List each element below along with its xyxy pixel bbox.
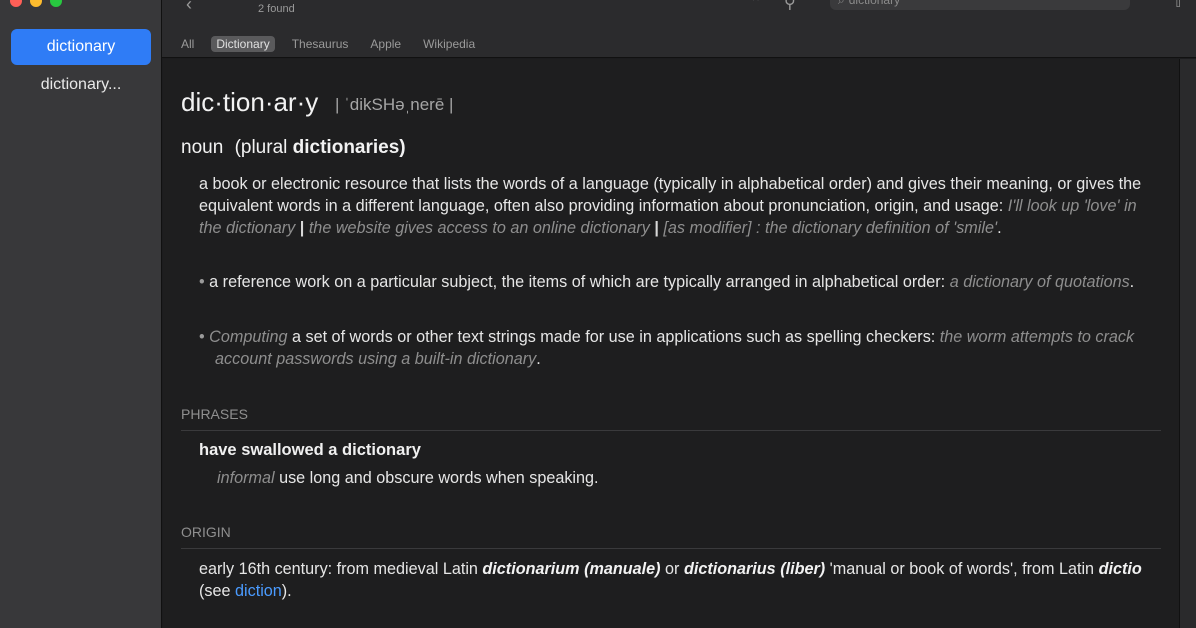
origin-heading: ORIGIN	[181, 524, 231, 540]
example-3: [as modifier] : the dictionary definitio…	[663, 219, 998, 237]
sidebar: dictionary dictionary...	[0, 0, 162, 628]
origin-text: early 16th century: from medieval Latin …	[199, 558, 1159, 602]
bookmark-icon[interactable]: ⚲	[784, 0, 796, 13]
example-separator: |	[299, 219, 305, 237]
source-tabs: All Dictionary Thesaurus Apple Wikipedia	[162, 30, 1196, 58]
phrase-definition-text: use long and obscure words when speaking…	[279, 469, 599, 487]
definition-1-text: a book or electronic resource that lists…	[199, 175, 1142, 215]
divider	[181, 548, 1161, 549]
definition-3: • Computing a set of words or other text…	[199, 326, 1159, 370]
definition-2: • a reference work on a particular subje…	[199, 271, 1159, 293]
window-controls	[10, 0, 62, 7]
tab-thesaurus[interactable]: Thesaurus	[287, 36, 354, 52]
sidebar-item-dictionary-2[interactable]: dictionary...	[11, 67, 151, 103]
definition-1: a book or electronic resource that lists…	[199, 173, 1159, 239]
origin-part: 'manual or book of words', from Latin	[829, 560, 1095, 578]
origin-word: dictionarius	[683, 560, 776, 578]
minimize-window-button[interactable]	[30, 0, 42, 7]
definition-3-end: .	[536, 350, 541, 368]
origin-part: or	[665, 560, 680, 578]
plural-form: dictionaries)	[292, 137, 406, 158]
definition-3-text: a set of words or other text strings mad…	[291, 328, 936, 346]
example-separator: |	[654, 219, 659, 237]
tab-dictionary[interactable]: Dictionary	[211, 35, 275, 52]
part-of-speech: noun (plural dictionaries)	[181, 137, 406, 159]
definition-2-end: .	[1129, 273, 1135, 291]
origin-word: (manuale)	[584, 560, 661, 578]
plural-label: (plural	[234, 137, 288, 158]
close-window-button[interactable]	[10, 0, 22, 7]
diction-link[interactable]: diction	[235, 582, 282, 600]
definition-2-text: a reference work on a particular subject…	[209, 273, 946, 291]
found-count: 2 found	[258, 3, 295, 15]
definition-2-example: a dictionary of quotations	[949, 273, 1130, 291]
divider	[181, 430, 1161, 431]
origin-part: early 16th century: from medieval Latin	[199, 560, 478, 578]
share-icon[interactable]: ⇧	[1172, 0, 1184, 11]
phrases-heading: PHRASES	[181, 406, 248, 422]
origin-part: ).	[281, 582, 292, 600]
toolbar: ‹ 2 found ⌃ ⚲ ⌕ dictionary ⇧	[162, 0, 1196, 30]
bullet: •	[199, 273, 205, 291]
origin-part: (see	[199, 582, 231, 600]
example-2: the website gives access to an online di…	[308, 219, 650, 237]
search-field[interactable]: ⌕ dictionary	[830, 0, 1130, 10]
headword: dic·tion·ar·y	[181, 87, 319, 117]
register-label: informal	[217, 469, 275, 487]
scrollbar[interactable]	[1179, 59, 1196, 628]
definition-1-end: .	[997, 219, 1002, 237]
bullet: •	[199, 328, 205, 346]
origin-word: dictio	[1098, 560, 1142, 578]
tab-wikipedia[interactable]: Wikipedia	[418, 36, 480, 52]
sidebar-item-dictionary[interactable]: dictionary	[11, 29, 151, 65]
tab-all[interactable]: All	[176, 36, 199, 52]
phrase-title: have swallowed a dictionary	[199, 441, 421, 459]
back-icon[interactable]: ‹	[186, 0, 192, 15]
subject-label: Computing	[209, 328, 288, 346]
zoom-window-button[interactable]	[50, 0, 62, 7]
entry-content: dic·tion·ar·y | ˈdikSHəˌnerē | noun (plu…	[163, 59, 1179, 628]
pos-label: noun	[181, 137, 224, 158]
origin-word: (liber)	[780, 560, 826, 578]
search-icon: ⌕	[838, 0, 845, 8]
font-size-icon[interactable]: ⌃	[750, 0, 762, 11]
phrase-definition: informal use long and obscure words when…	[217, 469, 599, 488]
pronunciation: | ˈdikSHəˌnerē |	[335, 95, 454, 114]
origin-word: dictionarium	[482, 560, 580, 578]
search-input-value: dictionary	[848, 0, 901, 7]
tab-apple[interactable]: Apple	[365, 36, 406, 52]
